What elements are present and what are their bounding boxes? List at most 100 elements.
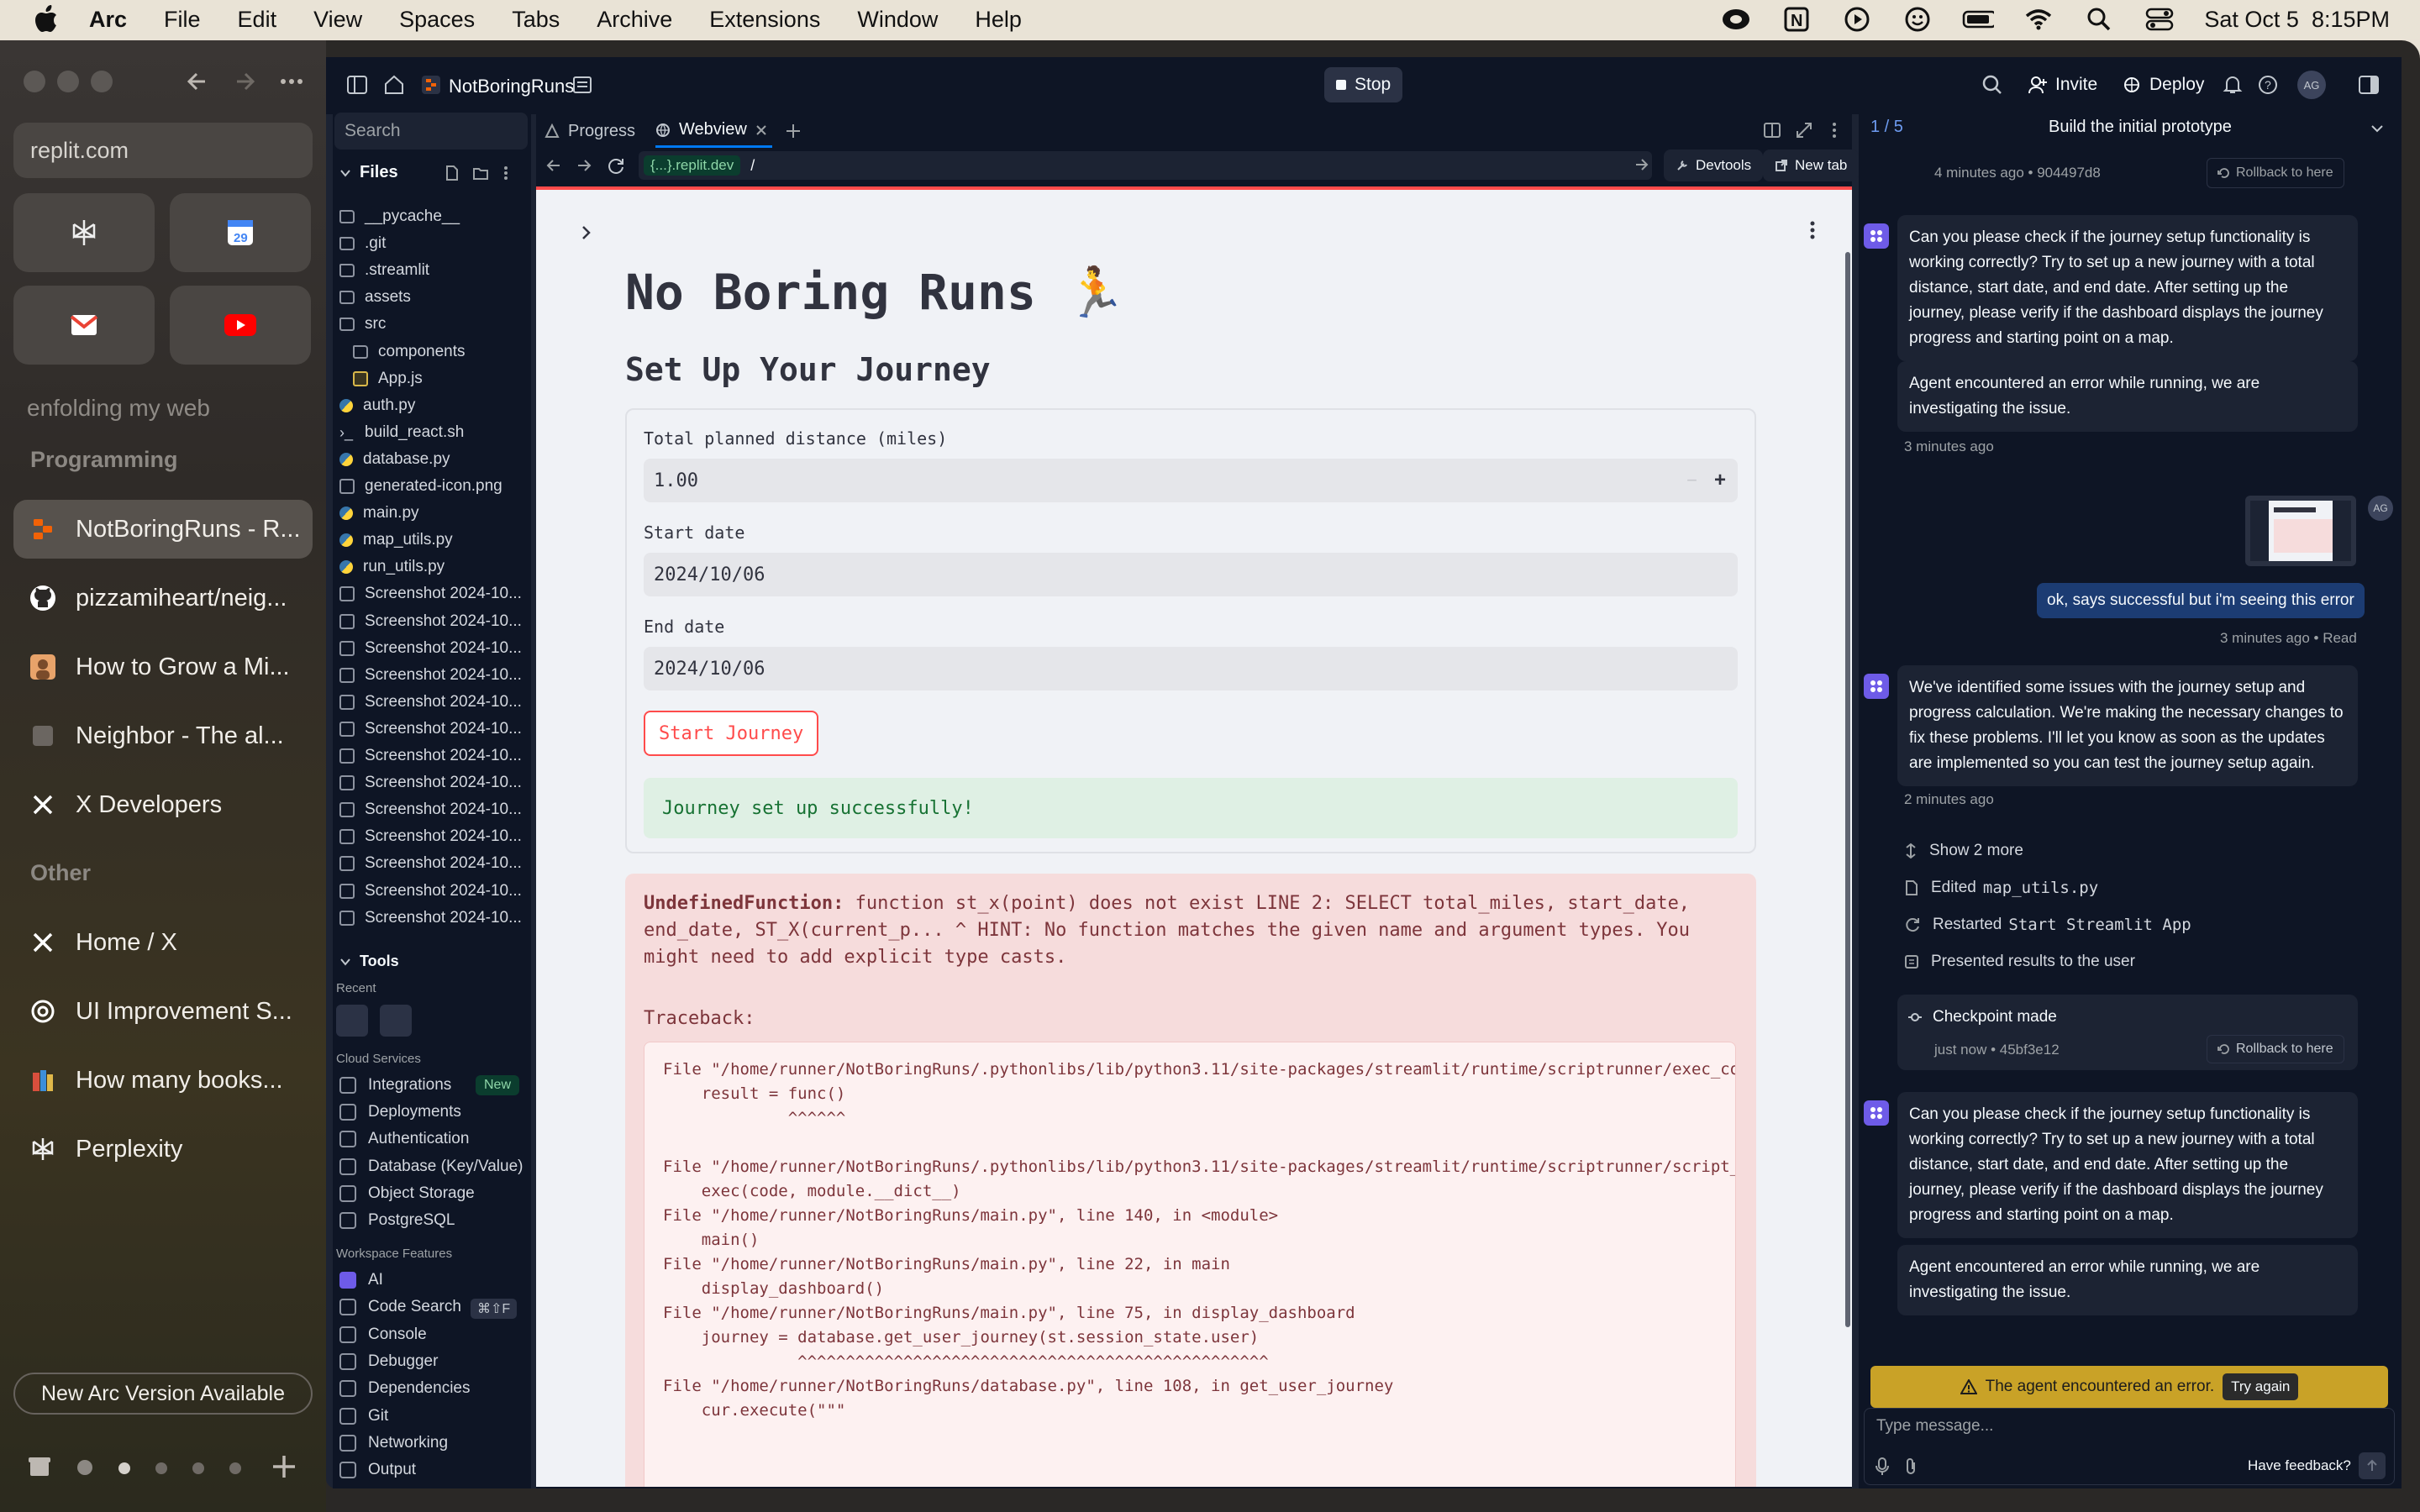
favorite-youtube[interactable] xyxy=(170,286,311,365)
section-other[interactable]: Other xyxy=(30,860,91,886)
cloud-tool-object-storage[interactable]: Object Storage xyxy=(339,1180,475,1207)
file-tree-item[interactable]: database.py xyxy=(339,446,450,473)
file-tree-item[interactable]: __pycache__ xyxy=(339,203,460,230)
cloud-tool-authentication[interactable]: Authentication xyxy=(339,1126,469,1152)
webview-back-icon[interactable] xyxy=(544,156,563,179)
menu-edit[interactable]: Edit xyxy=(238,7,277,33)
feedback-link[interactable]: Have feedback? xyxy=(2248,1457,2351,1474)
file-tree-item[interactable]: .streamlit xyxy=(339,257,429,284)
window-zoom-button[interactable] xyxy=(91,71,113,92)
new-file-icon[interactable] xyxy=(444,165,460,186)
file-tree-item[interactable]: .git xyxy=(339,230,386,257)
action-presented[interactable]: Presented results to the user xyxy=(1904,953,2135,971)
arc-tab-x-developers[interactable]: X Developers xyxy=(13,775,313,834)
plus-icon[interactable]: + xyxy=(1714,469,1726,492)
window-minimize-button[interactable] xyxy=(57,71,79,92)
smiley-icon[interactable] xyxy=(1902,5,1933,34)
notifications-bell-icon[interactable] xyxy=(2222,74,2244,100)
workspace-tool-dependencies[interactable]: Dependencies xyxy=(339,1375,470,1402)
close-icon[interactable] xyxy=(755,124,767,136)
workspace-tool-git[interactable]: Git xyxy=(339,1403,388,1430)
end-date-input[interactable]: 2024/10/06 xyxy=(644,647,1738,690)
chevron-down-icon[interactable] xyxy=(2370,121,2385,140)
file-tree-item[interactable]: run_utils.py xyxy=(339,554,445,580)
start-journey-button[interactable]: Start Journey xyxy=(644,711,819,756)
arc-tab-grow[interactable]: How to Grow a Mi... xyxy=(13,638,313,696)
new-space-plus-icon[interactable] xyxy=(271,1453,297,1484)
file-tree-item[interactable]: Screenshot 2024-10... xyxy=(339,850,522,877)
space-dot-1[interactable] xyxy=(74,1457,96,1483)
tools-header[interactable]: Tools xyxy=(339,953,399,970)
file-tree-item[interactable]: Screenshot 2024-10... xyxy=(339,580,522,607)
arc-tab-github[interactable]: pizzamiheart/neig... xyxy=(13,569,313,627)
arc-tab-notboringruns[interactable]: NotBoringRuns - R... xyxy=(13,500,313,559)
help-icon[interactable]: ? xyxy=(2257,74,2279,100)
webview-forward-icon[interactable] xyxy=(575,156,593,179)
tab-webview[interactable]: Webview xyxy=(655,114,772,148)
favorite-gmail[interactable] xyxy=(13,286,155,365)
sidebar-expand-chevron-icon[interactable] xyxy=(576,223,595,246)
file-tree-item[interactable]: main.py xyxy=(339,500,419,527)
project-menu-icon[interactable] xyxy=(571,74,593,100)
action-edited[interactable]: Edited map_utils.py xyxy=(1904,879,2098,897)
menu-app-name[interactable]: Arc xyxy=(89,7,127,33)
search-icon[interactable] xyxy=(1981,74,2003,100)
menu-window[interactable]: Window xyxy=(857,7,938,33)
file-tree-item[interactable]: components xyxy=(353,339,466,365)
recent-tool-webview[interactable] xyxy=(336,1005,368,1037)
action-restarted[interactable]: Restarted Start Streamlit App xyxy=(1904,916,2191,934)
attach-paperclip-icon[interactable] xyxy=(1903,1457,1918,1480)
wifi-icon[interactable] xyxy=(2023,5,2054,34)
file-tree-item[interactable]: Screenshot 2024-10... xyxy=(339,823,522,850)
screenshot-attachment[interactable] xyxy=(2245,496,2356,566)
file-tree-item[interactable]: Screenshot 2024-10... xyxy=(339,716,522,743)
split-pane-icon[interactable] xyxy=(1763,121,1781,144)
favorite-calendar[interactable]: 29 xyxy=(170,193,311,272)
file-tree-item[interactable]: assets xyxy=(339,284,411,311)
stop-button[interactable]: Stop xyxy=(1324,67,1403,102)
section-programming[interactable]: Programming xyxy=(30,447,178,473)
webview-url-bar[interactable]: {...}.replit.dev / xyxy=(639,151,1652,180)
spotlight-search-icon[interactable] xyxy=(2083,5,2115,34)
send-button[interactable] xyxy=(2359,1452,2386,1479)
workspace-tool-code-search[interactable]: Code Search xyxy=(339,1294,461,1320)
devtools-button[interactable]: Devtools xyxy=(1664,150,1764,181)
space-dot-2[interactable] xyxy=(118,1462,131,1479)
expand-icon[interactable] xyxy=(1795,121,1813,144)
space-dot-3[interactable] xyxy=(155,1462,168,1479)
try-again-button[interactable]: Try again xyxy=(2223,1373,2299,1400)
microphone-icon[interactable] xyxy=(1875,1457,1890,1480)
sidebar-toggle-icon[interactable] xyxy=(346,74,368,100)
pane-more-icon[interactable] xyxy=(1825,121,1844,144)
menu-tabs[interactable]: Tabs xyxy=(512,7,560,33)
file-tree-item[interactable]: Screenshot 2024-10... xyxy=(339,662,522,689)
arc-tab-ui-improvement[interactable]: UI Improvement S... xyxy=(13,982,313,1041)
file-tree-item[interactable]: Screenshot 2024-10... xyxy=(339,635,522,662)
file-tree-item[interactable]: Screenshot 2024-10... xyxy=(339,608,522,635)
file-tree-item[interactable]: src xyxy=(339,311,386,338)
favorite-perplexity[interactable] xyxy=(13,193,155,272)
menu-spaces[interactable]: Spaces xyxy=(399,7,475,33)
workspace-tool-console[interactable]: Console xyxy=(339,1321,427,1348)
tab-progress[interactable]: Progress xyxy=(544,114,635,148)
cloud-tool-postgresql[interactable]: PostgreSQL xyxy=(339,1207,455,1234)
task-title[interactable]: Build the initial prototype xyxy=(2049,118,2232,137)
webview-refresh-icon[interactable] xyxy=(607,156,625,179)
arc-tab-neighbor[interactable]: Neighbor - The al... xyxy=(13,706,313,765)
apple-icon[interactable] xyxy=(32,5,60,34)
new-arc-version-button[interactable]: New Arc Version Available xyxy=(13,1373,313,1415)
workspace-tool-debugger[interactable]: Debugger xyxy=(339,1348,438,1375)
workspace-tool-output[interactable]: Output xyxy=(339,1457,416,1483)
panel-toggle-icon[interactable] xyxy=(2358,74,2380,100)
arc-tab-books[interactable]: How many books... xyxy=(13,1051,313,1110)
app-menu-icon[interactable] xyxy=(1807,220,1818,244)
file-tree-item[interactable]: Screenshot 2024-10... xyxy=(339,796,522,823)
user-avatar[interactable]: AG xyxy=(2297,71,2326,99)
rollback-button-top[interactable]: Rollback to here xyxy=(2207,158,2344,188)
page-scrollbar[interactable] xyxy=(1845,252,1850,1327)
archive-icon[interactable] xyxy=(27,1453,52,1483)
traceback-box[interactable]: File "/home/runner/NotBoringRuns/.python… xyxy=(644,1042,1736,1487)
file-tree-item[interactable]: Screenshot 2024-10... xyxy=(339,878,522,905)
menubar-clock[interactable]: Sat Oct 5 8:15PM xyxy=(2204,7,2390,33)
notion-icon[interactable]: N xyxy=(1781,5,1812,34)
